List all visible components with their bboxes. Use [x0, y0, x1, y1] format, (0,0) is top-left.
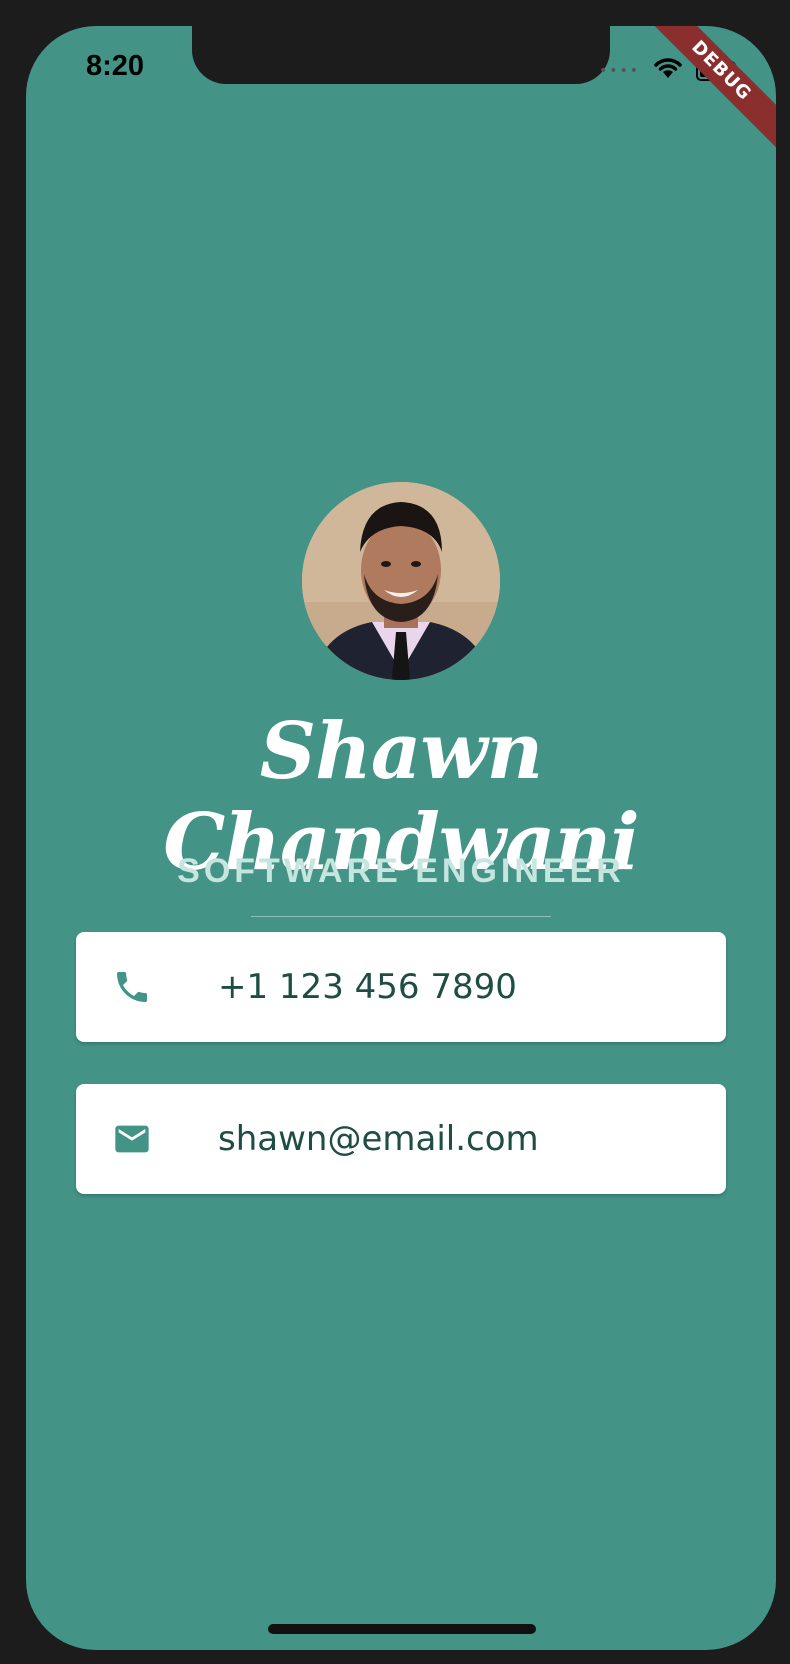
status-time: 8:20 — [86, 50, 145, 82]
phone-number: +1 123 456 7890 — [218, 967, 517, 1007]
wifi-icon — [652, 56, 684, 85]
device-frame: 8:20 •••• DEBUG Shawn Chandwani SOFTWARE… — [0, 0, 790, 1664]
device-notch — [192, 26, 610, 84]
phone-icon — [110, 965, 154, 1009]
divider — [251, 916, 551, 917]
debug-banner: DEBUG — [636, 26, 776, 156]
profile-avatar — [302, 482, 500, 680]
phone-card[interactable]: +1 123 456 7890 — [76, 932, 726, 1042]
profile-photo-icon — [302, 482, 500, 680]
signal-dots-icon: •••• — [598, 62, 640, 79]
app-screen: 8:20 •••• DEBUG Shawn Chandwani SOFTWARE… — [26, 26, 776, 1650]
email-card[interactable]: shawn@email.com — [76, 1084, 726, 1194]
mail-icon — [110, 1117, 154, 1161]
profile-title: SOFTWARE ENGINEER — [177, 852, 625, 890]
email-address: shawn@email.com — [218, 1119, 539, 1159]
home-indicator[interactable] — [268, 1624, 536, 1634]
